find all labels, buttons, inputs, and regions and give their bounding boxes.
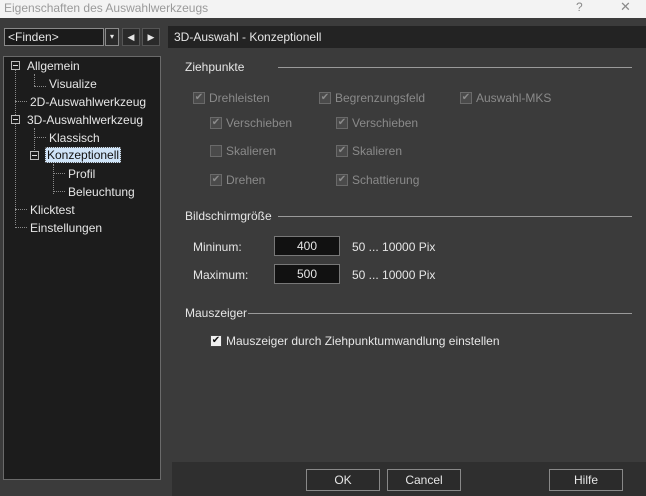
previous-page-button[interactable]: ◀ xyxy=(122,28,140,46)
collapse-icon[interactable] xyxy=(30,151,39,160)
button-bar: OK Cancel Hilfe xyxy=(172,462,646,496)
tree-connector xyxy=(53,173,65,174)
tree-connector xyxy=(53,164,54,194)
chevron-down-icon[interactable]: ▾ xyxy=(105,28,119,46)
tree-item-2d-auswahlwerkzeug[interactable]: 2D-Auswahlwerkzeug xyxy=(30,94,146,110)
tree-connector xyxy=(15,69,16,225)
collapse-icon[interactable] xyxy=(11,61,20,70)
tree-item-3d-auswahlwerkzeug[interactable]: 3D-Auswahlwerkzeug xyxy=(27,112,143,128)
collapse-icon[interactable] xyxy=(11,115,20,124)
section-label-ziehpunkte: Ziehpunkte xyxy=(185,60,245,74)
tree-item-profil[interactable]: Profil xyxy=(68,166,95,182)
tree-item-allgemein[interactable]: Allgemein xyxy=(27,58,80,74)
checkbox-box: ✔ xyxy=(336,145,348,157)
navigation-pane: <Finden> ▾ ◀ ▶ Allgemein Visualize 2D-Au… xyxy=(0,18,164,496)
checkbox-box: ✔ xyxy=(460,92,472,104)
tree-connector xyxy=(15,209,27,210)
cancel-button[interactable]: Cancel xyxy=(387,469,461,491)
next-page-button[interactable]: ▶ xyxy=(142,28,160,46)
tree-item-klicktest[interactable]: Klicktest xyxy=(30,202,75,218)
tree-item-konzeptionell[interactable]: Konzeptionell xyxy=(45,147,122,163)
tree-connector xyxy=(34,74,35,86)
checkbox-box: ✔ xyxy=(319,92,331,104)
close-icon[interactable]: ✕ xyxy=(620,0,631,15)
maximum-label: Maximum: xyxy=(193,268,249,282)
settings-tree[interactable]: Allgemein Visualize 2D-Auswahlwerkzeug 3… xyxy=(3,56,161,480)
tree-connector xyxy=(53,191,65,192)
tree-item-beleuchtung[interactable]: Beleuchtung xyxy=(68,184,135,200)
tree-connector xyxy=(15,227,27,228)
help-icon[interactable]: ? xyxy=(576,0,583,14)
tree-connector xyxy=(15,101,27,102)
checkbox-box: ✔ xyxy=(193,92,205,104)
section-label-bildschirmgroesse: Bildschirmgröße xyxy=(185,209,272,223)
page-title: 3D-Auswahl - Konzeptionell xyxy=(168,26,646,48)
maximum-range: 50 ... 10000 Pix xyxy=(352,268,436,282)
tree-item-visualize[interactable]: Visualize xyxy=(49,76,97,92)
checkbox-box xyxy=(210,145,222,157)
section-divider xyxy=(248,313,632,314)
tree-connector xyxy=(34,137,46,138)
checkbox-box: ✔ xyxy=(210,174,222,186)
title-bar: Eigenschaften des Auswahlwerkzeugs ? ✕ xyxy=(0,0,646,18)
checkbox-box: ✔ xyxy=(336,117,348,129)
minimum-label: Mininum: xyxy=(193,240,242,254)
help-button[interactable]: Hilfe xyxy=(549,469,623,491)
section-divider xyxy=(278,67,632,68)
tree-item-klassisch[interactable]: Klassisch xyxy=(49,130,100,146)
minimum-input[interactable]: 400 xyxy=(274,236,340,256)
ok-button[interactable]: OK xyxy=(306,469,380,491)
section-divider xyxy=(278,216,632,217)
checkbox-box: ✔ xyxy=(210,335,222,347)
find-dropdown[interactable]: <Finden> xyxy=(4,28,104,46)
tree-connector xyxy=(34,86,46,87)
minimum-range: 50 ... 10000 Pix xyxy=(352,240,436,254)
checkbox-box: ✔ xyxy=(336,174,348,186)
maximum-input[interactable]: 500 xyxy=(274,264,340,284)
section-label-mauszeiger: Mauszeiger xyxy=(185,306,248,320)
properties-pane: 3D-Auswahl - Konzeptionell Ziehpunkte ✔ … xyxy=(168,18,646,496)
tree-item-einstellungen[interactable]: Einstellungen xyxy=(30,220,102,236)
checkbox-box: ✔ xyxy=(210,117,222,129)
window-title: Eigenschaften des Auswahlwerkzeugs xyxy=(4,1,209,15)
